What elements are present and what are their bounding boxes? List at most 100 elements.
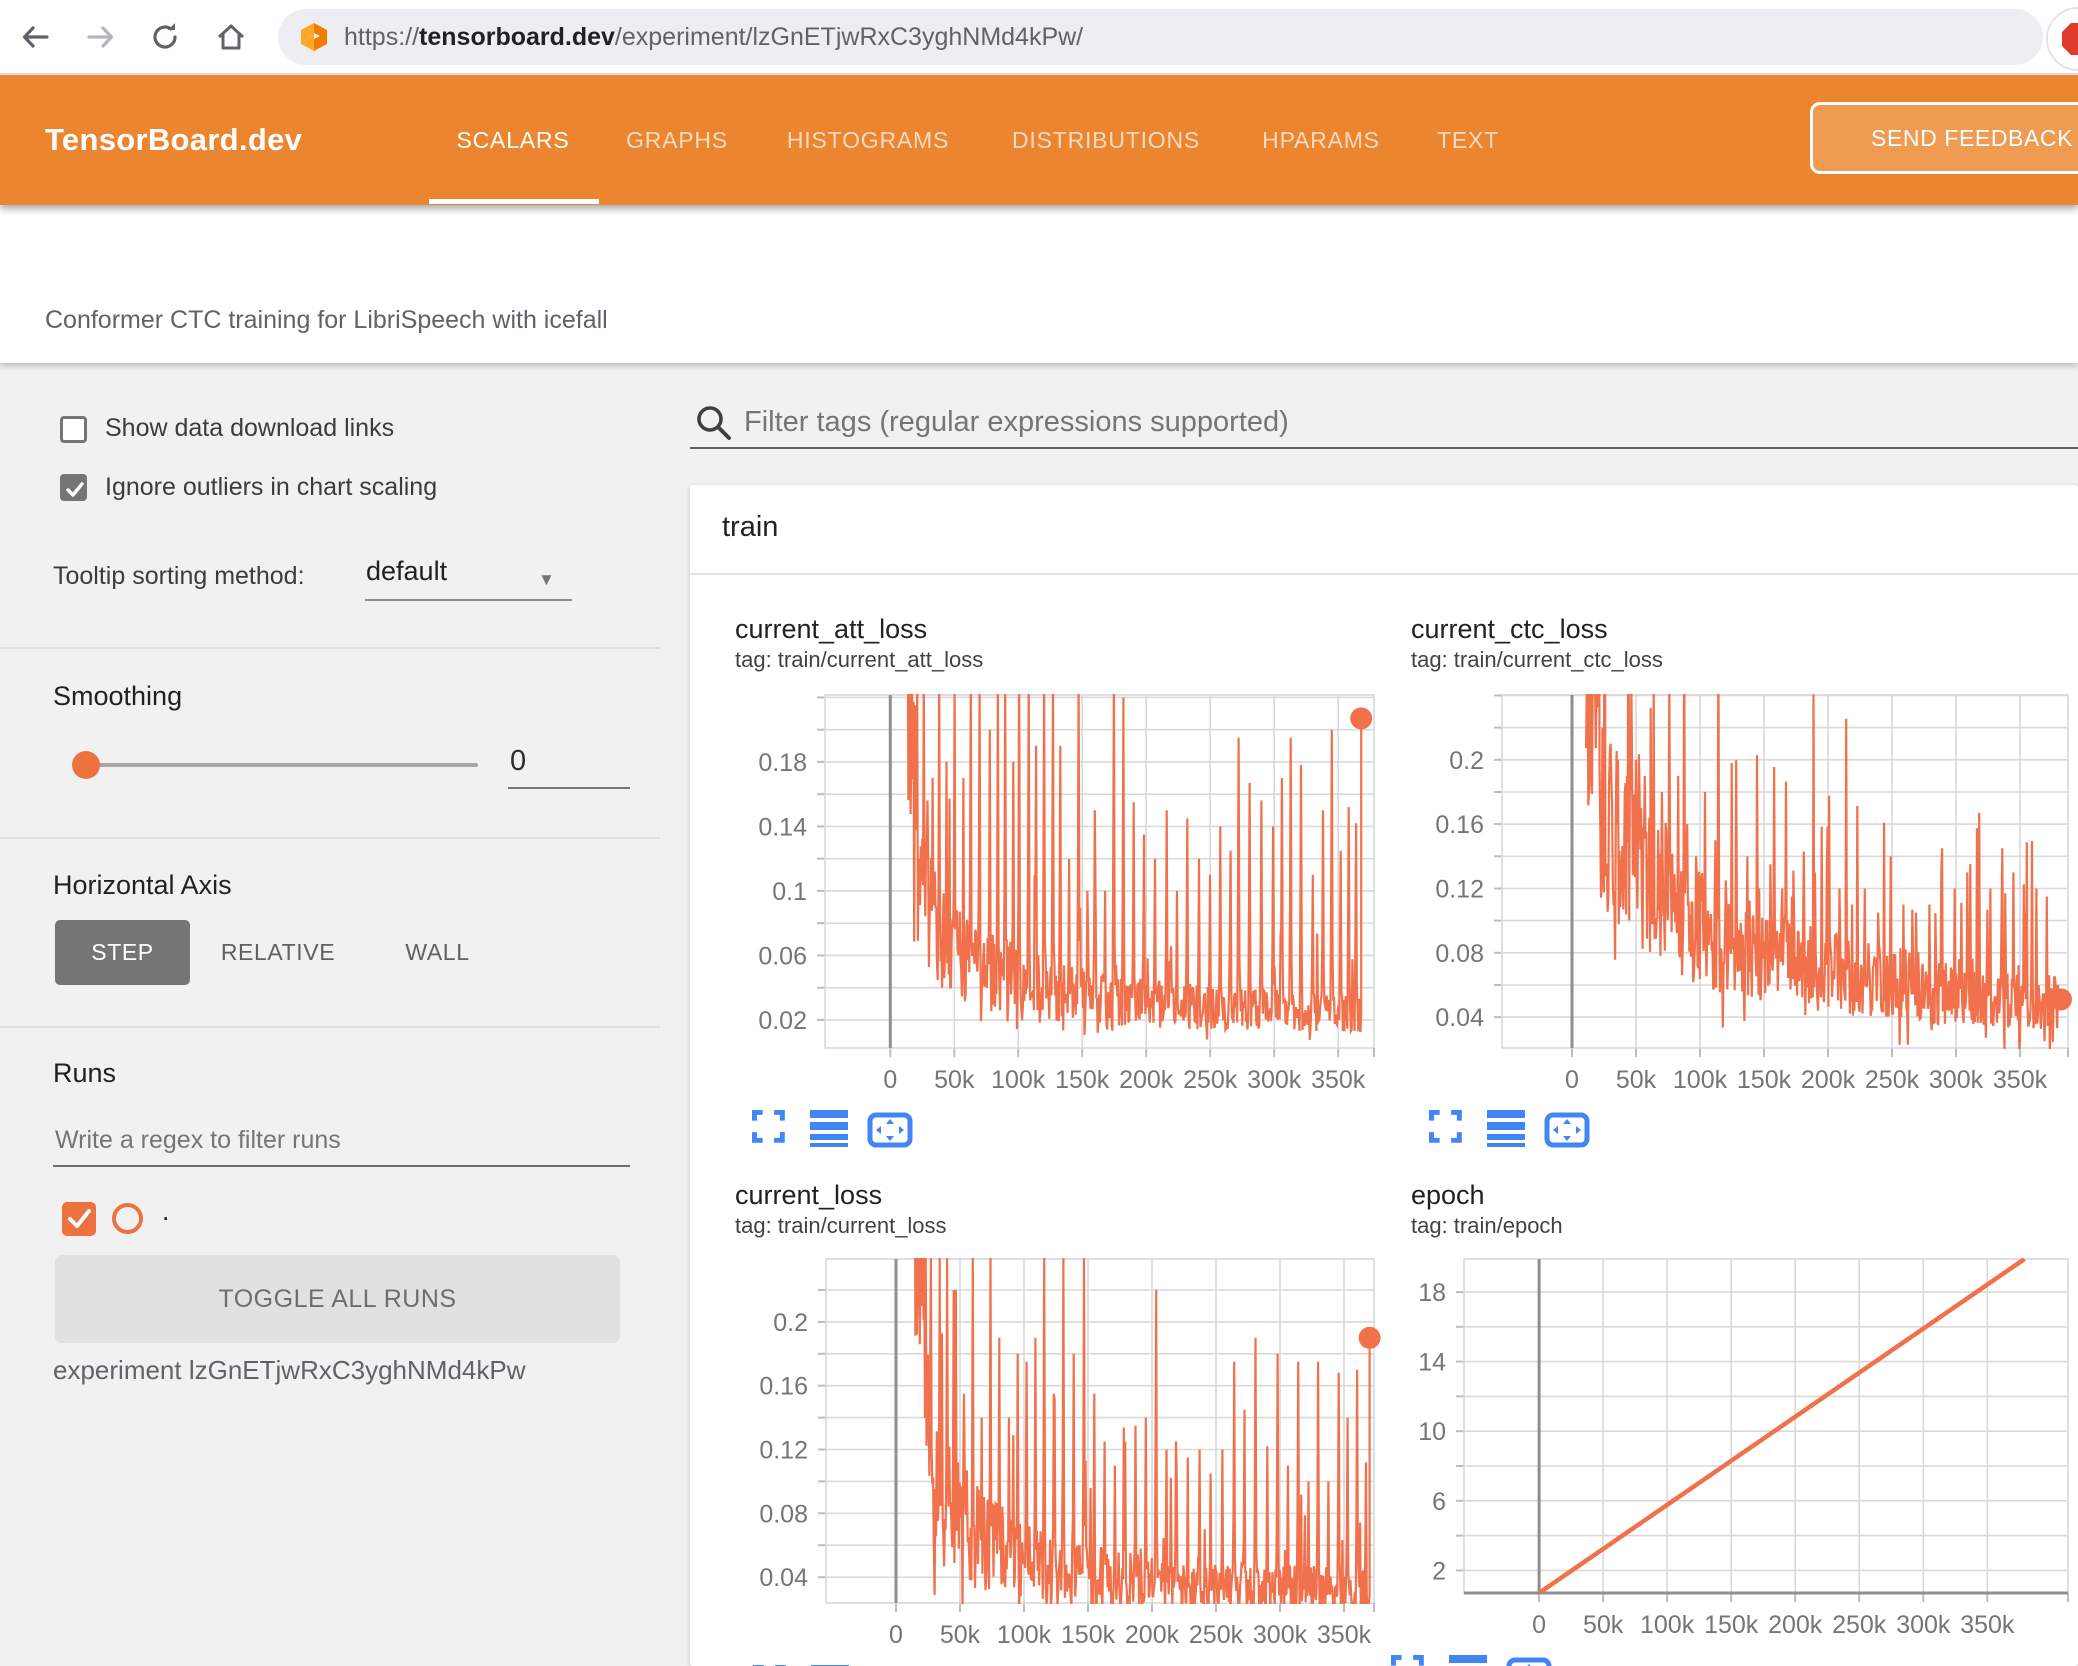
tooltip-sorting-select[interactable]: default — [366, 556, 447, 587]
svg-text:250k: 250k — [1189, 1621, 1244, 1649]
chart-current_att_loss: current_att_loss tag: train/current_att_l… — [700, 600, 1400, 1160]
chart-current_loss: current_loss tag: train/current_loss 0.04 0… — [700, 1160, 1400, 1666]
tab-hparams[interactable]: HPARAMS — [1262, 75, 1380, 205]
tab-histograms[interactable]: HISTOGRAMS — [787, 75, 949, 205]
send-feedback-button[interactable]: SEND FEEDBACK — [1810, 102, 2078, 174]
divider — [0, 837, 660, 839]
chart-current_ctc_loss: current_ctc_loss tag: train/current_ctc_l… — [1400, 600, 2078, 1160]
chart-canvas[interactable]: 2 6 10 14 18 0 50k 100k 150k 200k 250k 300k 350k — [1391, 1160, 2078, 1666]
run-checkbox[interactable] — [62, 1202, 96, 1236]
svg-text:18: 18 — [1418, 1279, 1446, 1307]
svg-text:50k: 50k — [934, 1066, 975, 1094]
tab-scalars[interactable]: SCALARS — [457, 75, 570, 205]
url-bar[interactable]: https://tensorboard.dev/experiment/lzGnE… — [278, 9, 2043, 65]
svg-text:2: 2 — [1432, 1557, 1446, 1585]
svg-text:0.08: 0.08 — [759, 1500, 808, 1528]
svg-text:250k: 250k — [1183, 1066, 1238, 1094]
svg-text:10: 10 — [1418, 1418, 1446, 1446]
url-text: https://tensorboard.dev/experiment/lzGnE… — [344, 22, 1084, 51]
home-icon[interactable] — [212, 18, 250, 56]
experiment-id-text: experiment lzGnETjwRxC3yghNMd4kPw — [53, 1355, 526, 1385]
smoothing-value: 0 — [510, 745, 527, 777]
fit-domain-icon[interactable] — [1544, 1112, 1590, 1148]
svg-text:300k: 300k — [1253, 1621, 1308, 1649]
smoothing-slider-track[interactable] — [85, 763, 478, 767]
svg-text:350k: 350k — [1317, 1621, 1372, 1649]
svg-text:0.14: 0.14 — [758, 813, 807, 841]
svg-text:14: 14 — [1418, 1349, 1446, 1377]
chevron-down-icon: ▼ — [538, 570, 555, 589]
chart-canvas[interactable]: 0.04 0.08 0.12 0.16 0.2 0 50k 100k 150k 200k 250k 3… — [700, 1160, 1400, 1666]
svg-text:0.12: 0.12 — [759, 1437, 808, 1465]
forward-icon[interactable] — [82, 18, 120, 56]
svg-text:0.1: 0.1 — [772, 878, 807, 906]
svg-text:0: 0 — [1532, 1611, 1546, 1639]
runs-input-underline — [53, 1165, 630, 1167]
expand-chart-icon[interactable] — [752, 1110, 785, 1143]
chart-epoch: epoch tag: train/epoch 2 6 10 14 18 0 50k 100k 150… — [1391, 1160, 2078, 1666]
svg-text:0: 0 — [883, 1066, 897, 1094]
run-name: . — [162, 1196, 170, 1226]
runs-label: Runs — [53, 1058, 117, 1088]
chart-canvas[interactable]: 0.04 0.08 0.12 0.16 0.2 0 50k 100k 150k 200k 250k 3… — [1400, 600, 2078, 1240]
svg-text:150k: 150k — [1737, 1066, 1792, 1094]
show-download-links-checkbox[interactable] — [60, 416, 87, 443]
ignore-outliers-checkbox[interactable] — [60, 474, 87, 501]
svg-text:300k: 300k — [1929, 1066, 1984, 1094]
svg-text:0.06: 0.06 — [758, 942, 807, 970]
back-icon[interactable] — [16, 18, 54, 56]
tab-distributions[interactable]: DISTRIBUTIONS — [1012, 75, 1200, 205]
svg-text:0.04: 0.04 — [1435, 1004, 1484, 1032]
experiment-title-band: Conformer CTC training for LibriSpeech w… — [0, 205, 2078, 363]
axis-relative-button[interactable]: RELATIVE — [221, 920, 335, 985]
fit-domain-icon[interactable] — [1506, 1657, 1552, 1666]
svg-text:350k: 350k — [1311, 1066, 1366, 1094]
svg-text:0.16: 0.16 — [1435, 811, 1484, 839]
svg-text:250k: 250k — [1832, 1611, 1887, 1639]
svg-text:0.02: 0.02 — [758, 1007, 807, 1035]
tab-text[interactable]: TEXT — [1437, 75, 1499, 205]
run-color-swatch — [112, 1203, 143, 1234]
svg-text:6: 6 — [1432, 1488, 1446, 1516]
svg-text:150k: 150k — [1704, 1611, 1759, 1639]
runs-filter-input[interactable] — [53, 1118, 617, 1162]
toggle-all-runs-button[interactable]: TOGGLE ALL RUNS — [55, 1255, 620, 1343]
svg-text:0.12: 0.12 — [1435, 875, 1484, 903]
reload-icon[interactable] — [146, 18, 184, 56]
tag-group-title: train — [722, 511, 779, 543]
svg-text:0: 0 — [889, 1621, 903, 1649]
axis-step-button[interactable]: STEP — [55, 920, 190, 985]
chart-canvas[interactable]: 0.02 0.06 0.1 0.14 0.18 0 50k 100k 150k 200k 250k 3… — [700, 600, 1400, 1240]
svg-text:200k: 200k — [1768, 1611, 1823, 1639]
svg-text:250k: 250k — [1865, 1066, 1920, 1094]
smoothing-slider-thumb[interactable] — [72, 751, 100, 779]
svg-text:200k: 200k — [1801, 1066, 1856, 1094]
tag-group-header[interactable]: train — [690, 485, 2078, 575]
smoothing-value-underline — [508, 787, 630, 789]
data-series-icon[interactable] — [1487, 1110, 1525, 1147]
search-icon — [694, 403, 734, 448]
adblock-extension-icon[interactable] — [2046, 7, 2078, 71]
active-tab-underline — [429, 199, 599, 204]
axis-wall-button[interactable]: WALL — [395, 920, 480, 985]
data-series-icon[interactable] — [1449, 1655, 1487, 1666]
data-series-icon[interactable] — [810, 1110, 848, 1147]
ignore-outliers-label: Ignore outliers in chart scaling — [105, 473, 438, 501]
fit-domain-icon[interactable] — [867, 1112, 913, 1148]
svg-text:100k: 100k — [997, 1621, 1052, 1649]
expand-chart-icon[interactable] — [1429, 1110, 1462, 1143]
site-favicon-tensorboard — [298, 21, 330, 53]
svg-text:50k: 50k — [1583, 1611, 1624, 1639]
brand-title[interactable]: TensorBoard.dev — [45, 75, 302, 205]
svg-text:350k: 350k — [1960, 1611, 2015, 1639]
svg-text:100k: 100k — [1640, 1611, 1695, 1639]
svg-text:0.08: 0.08 — [1435, 940, 1484, 968]
svg-text:150k: 150k — [1055, 1066, 1110, 1094]
browser-chrome: https://tensorboard.dev/experiment/lzGnE… — [0, 0, 2078, 75]
horizontal-axis-label: Horizontal Axis — [53, 870, 232, 900]
svg-text:0.2: 0.2 — [1449, 747, 1484, 775]
filter-input-underline — [690, 447, 2078, 449]
tab-graphs[interactable]: GRAPHS — [626, 75, 728, 205]
divider — [0, 1026, 660, 1028]
filter-tags-input[interactable] — [742, 398, 1996, 446]
